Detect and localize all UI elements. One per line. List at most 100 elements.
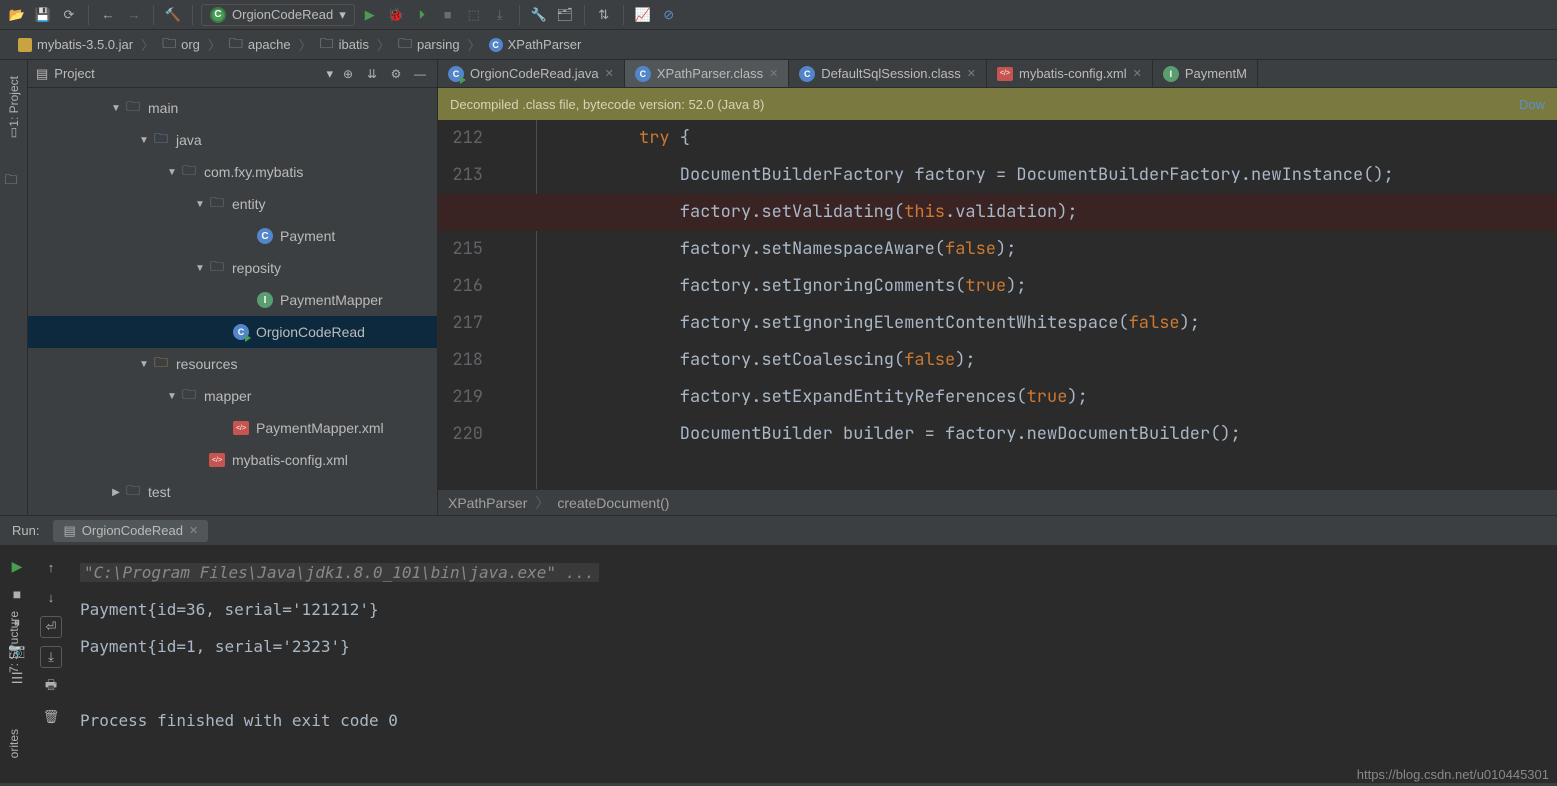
minimize-icon[interactable]: — [411, 65, 429, 83]
breakpoint-cell[interactable] [493, 120, 523, 157]
tree-arrow-icon[interactable]: ▼ [164, 167, 180, 178]
breakpoint-column[interactable] [493, 120, 523, 489]
close-icon[interactable]: ✕ [967, 67, 976, 80]
gear-icon[interactable]: ⚙ [387, 65, 405, 83]
build-icon[interactable]: 🔨 [162, 4, 184, 26]
tree-arrow-icon[interactable]: ▶ [108, 487, 124, 498]
collapse-icon[interactable]: ⇊ [363, 65, 381, 83]
breadcrumb-item[interactable]: 🗀parsing [390, 33, 468, 57]
tree-node[interactable]: ▼🗀mapper [28, 380, 437, 412]
code-line[interactable]: factory.setNamespaceAware(false); [639, 231, 1557, 268]
tree-node[interactable]: </>PaymentMapper.xml [28, 412, 437, 444]
stop-icon[interactable]: ■ [437, 4, 459, 26]
favorites-tool-tab[interactable]: orites [5, 723, 23, 764]
forbidden-icon[interactable]: ⊘ [658, 4, 680, 26]
breakpoint-cell[interactable] [493, 268, 523, 305]
editor-tab[interactable]: CDefaultSqlSession.class✕ [789, 60, 987, 87]
scroll-icon[interactable]: ⤓ [40, 646, 62, 668]
code-line[interactable]: factory.setIgnoringComments(true); [639, 268, 1557, 305]
bc-method[interactable]: createDocument() [557, 495, 669, 511]
vcs-icon[interactable]: ⇅ [593, 4, 615, 26]
breadcrumb-item[interactable]: 🗀org [154, 33, 208, 57]
breakpoint-cell[interactable] [493, 342, 523, 379]
tree-node[interactable]: CPayment [28, 220, 437, 252]
coverage-icon[interactable]: ⏵ [411, 4, 433, 26]
close-icon[interactable]: ✕ [769, 67, 778, 80]
save-all-icon[interactable]: 💾 [32, 4, 54, 26]
wrap-icon[interactable]: ⏎ [40, 616, 62, 638]
editor-tab[interactable]: </>mybatis-config.xml✕ [987, 60, 1153, 87]
open-icon[interactable]: 📂 [6, 4, 28, 26]
print-icon[interactable]: 🖶 [40, 676, 62, 698]
tree-node[interactable]: ▼🗀com.fxy.mybatis [28, 156, 437, 188]
sync-icon[interactable]: ⟳ [58, 4, 80, 26]
up-icon[interactable]: ↑ [40, 556, 62, 578]
breadcrumb-item[interactable]: 🗀ibatis [312, 33, 377, 57]
forward-icon[interactable]: → [123, 4, 145, 26]
locate-icon[interactable]: ⊕ [339, 65, 357, 83]
breakpoint-cell[interactable] [493, 305, 523, 342]
chevron-right-icon: 〉 [141, 35, 154, 54]
code-line[interactable]: factory.setCoalescing(false); [639, 342, 1557, 379]
breakpoint-cell[interactable] [493, 379, 523, 416]
code-line[interactable]: factory.setValidating(this.validation); [438, 194, 1557, 231]
tree-arrow-icon[interactable]: ▼ [136, 359, 152, 370]
breadcrumb-item[interactable]: CXPathParser [481, 37, 590, 52]
profile-icon[interactable]: ⤓ [489, 4, 511, 26]
tree-node[interactable]: ▼🗀resources [28, 348, 437, 380]
debug-icon[interactable]: 🐞 [385, 4, 407, 26]
chevron-down-icon[interactable]: ▾ [326, 66, 333, 82]
run-config-dropdown[interactable]: C OrgionCodeRead ▾ [201, 4, 355, 26]
folder-icon[interactable]: 🗀 [5, 171, 23, 189]
breakpoint-cell[interactable] [493, 416, 523, 453]
back-icon[interactable]: ← [97, 4, 119, 26]
console-output[interactable]: "C:\Program Files\Java\jdk1.8.0_101\bin\… [68, 546, 1557, 783]
close-icon[interactable]: ✕ [189, 524, 198, 537]
code-lines[interactable]: try { DocumentBuilderFactory factory = D… [549, 120, 1557, 489]
editor-tab[interactable]: COrgionCodeRead.java✕ [438, 60, 625, 87]
tree-node[interactable]: COrgionCodeRead [28, 316, 437, 348]
run-tab[interactable]: ▤ OrgionCodeRead ✕ [53, 520, 208, 542]
project-tree[interactable]: ▼🗀main▼🗀java▼🗀com.fxy.mybatis▼🗀entityCPa… [28, 88, 437, 515]
wrench-icon[interactable]: 🔧 [528, 4, 550, 26]
tree-label: mapper [204, 388, 251, 404]
banner-link[interactable]: Dow [1519, 97, 1545, 112]
tree-arrow-icon[interactable]: ▼ [136, 135, 152, 146]
tree-arrow-icon[interactable]: ▼ [108, 103, 124, 114]
code-area[interactable]: 212213214215216217218219220 try { Docume… [438, 120, 1557, 489]
tree-node[interactable]: ▼🗀main [28, 92, 437, 124]
code-line[interactable]: factory.setExpandEntityReferences(true); [639, 379, 1557, 416]
attach-icon[interactable]: ⬚ [463, 4, 485, 26]
editor-tab[interactable]: IPaymentM [1153, 60, 1258, 87]
run-icon[interactable]: ▶ [359, 4, 381, 26]
tree-node[interactable]: ▶🗀test [28, 476, 437, 508]
tree-node[interactable]: ▼🗀entity [28, 188, 437, 220]
project-structure-icon[interactable]: 🗂 [554, 4, 576, 26]
trash-icon[interactable]: 🗑 [40, 706, 62, 728]
tree-node[interactable]: ▼🗀reposity [28, 252, 437, 284]
project-title: Project [54, 66, 320, 81]
tree-node[interactable]: ▼🗀java [28, 124, 437, 156]
tree-node[interactable]: IPaymentMapper [28, 284, 437, 316]
tree-arrow-icon[interactable]: ▼ [164, 391, 180, 402]
tree-arrow-icon[interactable]: ▼ [192, 263, 208, 274]
structure-tool-tab[interactable]: 7: Structure [5, 605, 23, 679]
code-line[interactable]: DocumentBuilder builder = factory.newDoc… [639, 416, 1557, 453]
project-tool-tab[interactable]: ▯1: Project [5, 70, 23, 151]
code-line[interactable]: DocumentBuilderFactory factory = Documen… [639, 157, 1557, 194]
code-line[interactable]: try { [639, 120, 1557, 157]
breadcrumb-item[interactable]: 🗀apache [221, 33, 299, 57]
close-icon[interactable]: ✕ [605, 67, 614, 80]
down-icon[interactable]: ↓ [40, 586, 62, 608]
breadcrumb-item[interactable]: mybatis-3.5.0.jar [10, 37, 141, 52]
code-line[interactable]: factory.setIgnoringElementContentWhitesp… [639, 305, 1557, 342]
close-icon[interactable]: ✕ [1133, 67, 1142, 80]
breakpoint-cell[interactable] [493, 231, 523, 268]
bc-class[interactable]: XPathParser [448, 495, 527, 511]
breakpoint-cell[interactable] [493, 157, 523, 194]
fold-column[interactable] [523, 120, 537, 489]
editor-tab[interactable]: CXPathParser.class✕ [625, 60, 789, 87]
tree-arrow-icon[interactable]: ▼ [192, 199, 208, 210]
tree-node[interactable]: </>mybatis-config.xml [28, 444, 437, 476]
chart-icon[interactable]: 📈 [632, 4, 654, 26]
